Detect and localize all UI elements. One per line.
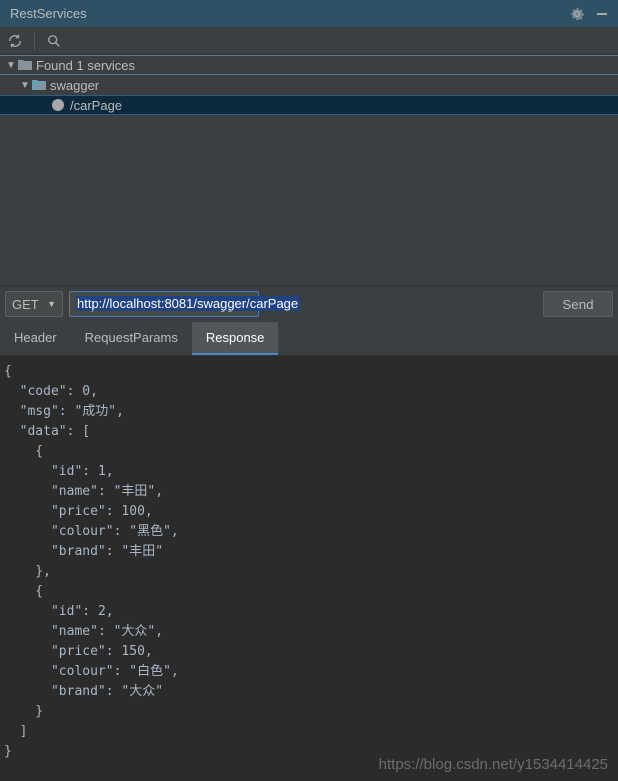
folder-icon bbox=[32, 79, 46, 91]
services-tree: ▼ Found 1 services ▼ swagger /carPage bbox=[0, 55, 618, 285]
send-button[interactable]: Send bbox=[543, 291, 613, 317]
url-input-wrap: http://localhost:8081/swagger/carPage bbox=[69, 291, 537, 317]
response-body: { "code": 0, "msg": "成功", "data": [ { "i… bbox=[0, 356, 618, 776]
tree-endpoint-label: /carPage bbox=[70, 98, 122, 113]
chevron-down-icon[interactable]: ▼ bbox=[6, 60, 16, 71]
gear-icon[interactable] bbox=[570, 7, 584, 21]
toolbar bbox=[0, 27, 618, 55]
endpoint-icon bbox=[52, 99, 64, 111]
panel-header: RestServices bbox=[0, 0, 618, 27]
tree-root[interactable]: ▼ Found 1 services bbox=[0, 55, 618, 75]
folder-icon bbox=[18, 59, 32, 71]
url-input[interactable] bbox=[69, 291, 259, 317]
chevron-down-icon: ▼ bbox=[47, 299, 56, 309]
panel-title: RestServices bbox=[10, 6, 87, 21]
tab-request-params[interactable]: RequestParams bbox=[71, 322, 192, 355]
toolbar-divider bbox=[34, 32, 35, 50]
tab-header[interactable]: Header bbox=[0, 322, 71, 355]
refresh-icon[interactable] bbox=[8, 34, 22, 48]
minimize-icon[interactable] bbox=[596, 8, 608, 20]
method-dropdown[interactable]: GET ▼ bbox=[5, 291, 63, 317]
watermark: https://blog.csdn.net/y1534414425 bbox=[379, 756, 608, 773]
header-actions bbox=[570, 7, 608, 21]
method-value: GET bbox=[12, 297, 39, 312]
response-tabs: Header RequestParams Response bbox=[0, 322, 618, 356]
tree-service-label: swagger bbox=[50, 78, 99, 93]
tree-root-label: Found 1 services bbox=[36, 58, 135, 73]
tab-response[interactable]: Response bbox=[192, 322, 279, 355]
chevron-down-icon[interactable]: ▼ bbox=[20, 80, 30, 91]
tree-endpoint[interactable]: /carPage bbox=[0, 95, 618, 115]
search-icon[interactable] bbox=[47, 34, 61, 48]
tree-service[interactable]: ▼ swagger bbox=[0, 75, 618, 95]
request-bar: GET ▼ http://localhost:8081/swagger/carP… bbox=[0, 285, 618, 322]
